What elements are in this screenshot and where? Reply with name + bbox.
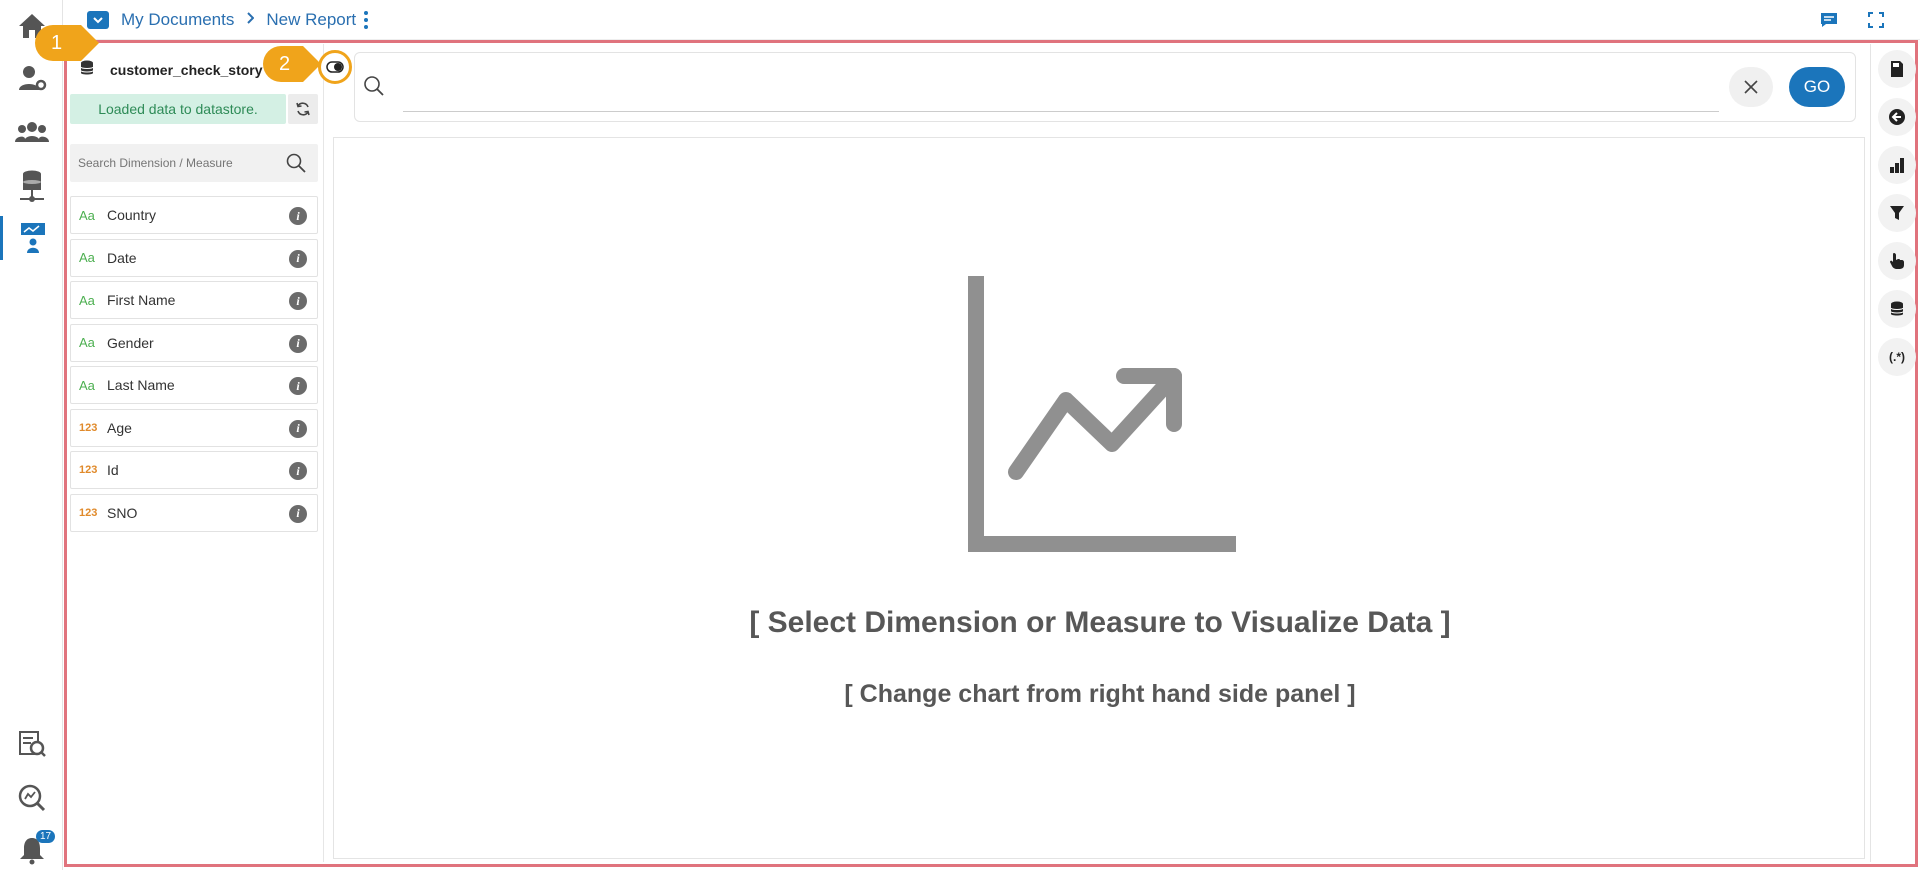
go-button[interactable]: GO	[1789, 67, 1845, 107]
close-icon	[1744, 80, 1758, 94]
app-root: 17 My Documents New Report customer_chec…	[0, 0, 1920, 870]
top-bar: My Documents New Report	[63, 0, 1920, 40]
visualization-canvas: [ Select Dimension or Measure to Visuali…	[333, 137, 1865, 859]
line-chart-placeholder-icon	[968, 276, 1236, 552]
report-search-icon[interactable]	[0, 722, 63, 766]
notification-bell-icon[interactable]: 17	[0, 828, 63, 870]
toggle-icon	[326, 61, 344, 73]
empty-state-subtitle: [ Change chart from right hand side pane…	[844, 680, 1356, 708]
left-nav: 17	[0, 0, 63, 870]
fullscreen-icon[interactable]	[1868, 12, 1884, 33]
user-group-icon[interactable]	[0, 110, 63, 154]
right-toolbar: (.*)	[1870, 44, 1916, 862]
query-underline	[403, 111, 1719, 112]
filter-icon[interactable]	[1878, 194, 1916, 232]
pointer-hand-icon[interactable]	[1878, 242, 1916, 280]
panel-toggle-button[interactable]	[318, 50, 352, 84]
user-settings-icon[interactable]	[0, 56, 63, 100]
breadcrumb: My Documents New Report	[63, 10, 369, 30]
chevron-right-icon	[246, 11, 255, 29]
top-right-actions	[1820, 12, 1884, 33]
query-search-box: GO	[354, 52, 1856, 122]
data-story-icon[interactable]	[0, 216, 63, 260]
save-icon[interactable]	[1878, 50, 1916, 88]
query-input[interactable]	[403, 69, 1719, 107]
back-arrow-icon[interactable]	[1878, 98, 1916, 136]
comment-icon[interactable]	[1820, 12, 1838, 33]
empty-state-title: [ Select Dimension or Measure to Visuali…	[749, 606, 1451, 639]
regex-button[interactable]: (.*)	[1878, 338, 1916, 376]
breadcrumb-my-documents[interactable]: My Documents	[121, 10, 234, 30]
notification-count-badge: 17	[36, 830, 56, 843]
query-search-icon	[363, 75, 385, 102]
datastore-icon[interactable]	[1878, 290, 1916, 328]
callout-2: 2	[263, 46, 321, 82]
breadcrumb-new-report[interactable]: New Report	[266, 10, 356, 30]
clear-query-button[interactable]	[1729, 67, 1773, 107]
callout-1: 1	[35, 25, 99, 61]
kebab-menu-icon[interactable]	[364, 10, 369, 29]
regex-label: (.*)	[1889, 350, 1905, 364]
data-connector-icon[interactable]	[0, 164, 63, 208]
bar-chart-icon[interactable]	[1878, 146, 1916, 184]
explore-search-icon[interactable]	[0, 776, 63, 820]
